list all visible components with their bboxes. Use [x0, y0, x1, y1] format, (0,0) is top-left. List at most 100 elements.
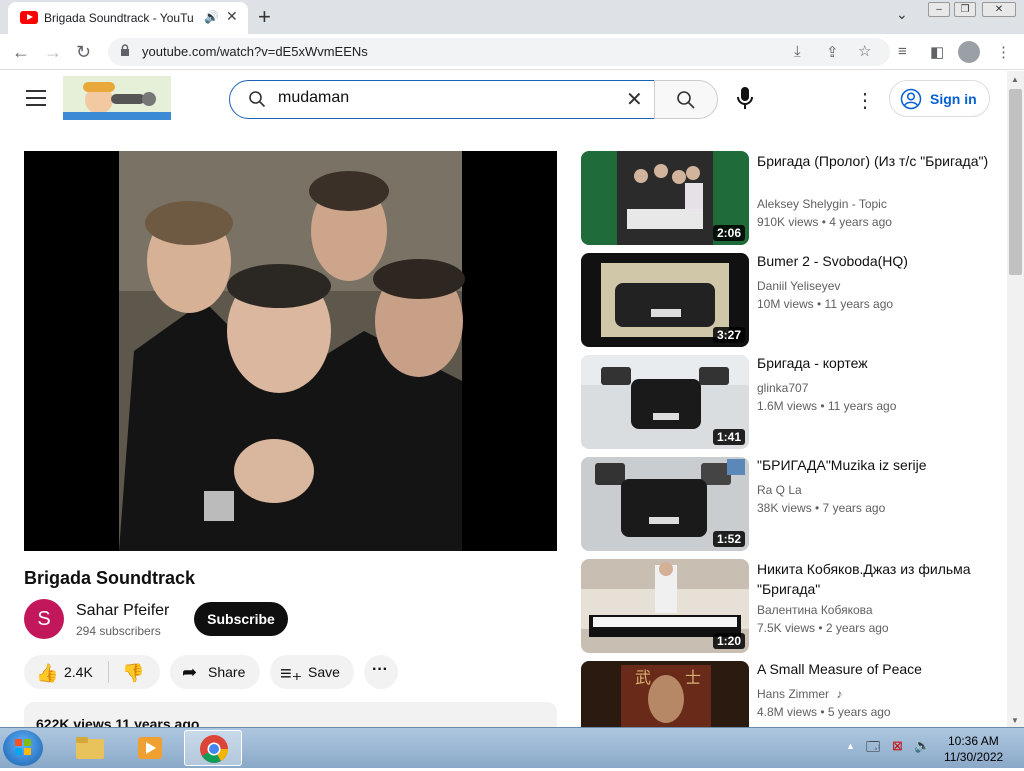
action-center-icon[interactable]: 🗔 — [866, 738, 880, 760]
tab-search-chevron-icon[interactable]: ⌄ — [896, 6, 908, 23]
profile-avatar-icon[interactable] — [958, 41, 980, 63]
share-arrow-icon: ➦ — [182, 662, 198, 682]
related-channel-name: Hans Zimmer — [757, 687, 830, 701]
like-count[interactable]: 2.4K — [64, 664, 93, 680]
restore-button[interactable]: ❐ — [954, 2, 976, 17]
like-thumb-icon[interactable]: 👍 — [36, 663, 58, 684]
related-title[interactable]: A Small Measure of Peace — [757, 661, 989, 679]
related-title[interactable]: Никита Кобяков.Джаз из фильма "Бригада" — [757, 559, 989, 599]
install-app-icon[interactable]: ⤓ — [794, 43, 801, 60]
network-icon[interactable]: ⊠ — [892, 738, 903, 754]
browser-toolbar: ← → ↻ youtube.com/watch?v=dE5xWvmEENs ⤓ … — [0, 34, 1024, 70]
related-channel[interactable]: Валентина Кобякова — [757, 603, 873, 617]
scrollbar-thumb[interactable] — [1009, 89, 1022, 275]
audio-playing-icon[interactable]: 🔊 — [204, 10, 219, 24]
channel-name[interactable]: Sahar Pfeifer — [76, 602, 169, 620]
clear-search-icon[interactable]: ✕ — [626, 87, 643, 112]
address-bar[interactable]: youtube.com/watch?v=dE5xWvmEENs ⤓ ⇪ ☆ — [108, 38, 890, 66]
search-bar[interactable]: ✕ — [229, 80, 655, 119]
back-arrow-icon[interactable]: ← — [12, 42, 30, 63]
related-channel[interactable]: Daniil Yeliseyev — [757, 279, 840, 293]
media-player-taskbar-button[interactable] — [122, 730, 180, 766]
related-title[interactable]: Bumer 2 - Svoboda(HQ) — [757, 251, 989, 271]
hamburger-menu-icon[interactable] — [26, 90, 46, 111]
chrome-menu-icon[interactable]: ⋮ — [996, 43, 1011, 61]
related-video[interactable]: 1:52 "БРИГАДА"Muzika iz serije Ra Q La 3… — [581, 457, 1001, 551]
reload-icon[interactable]: ↻ — [76, 42, 91, 63]
related-meta: 38K views • 7 years ago — [757, 501, 886, 515]
search-button[interactable] — [654, 80, 718, 119]
lock-icon[interactable] — [120, 44, 130, 56]
media-controls-icon[interactable]: ≡ — [898, 43, 907, 60]
related-video[interactable]: 武 士 A Small Measure of Peace Hans Zimmer… — [581, 661, 1001, 727]
video-thumbnail[interactable]: 武 士 — [581, 661, 749, 727]
related-video[interactable]: 2:06 Бригада (Пролог) (Из т/с "Бригада")… — [581, 151, 1001, 245]
scroll-up-arrow-icon[interactable]: ▲ — [1011, 75, 1019, 84]
related-channel[interactable]: Hans Zimmer ♪ — [757, 687, 842, 701]
sign-in-button[interactable]: Sign in — [889, 80, 990, 117]
related-video[interactable]: 1:20 Никита Кобяков.Джаз из фильма "Бриг… — [581, 559, 1001, 653]
related-title[interactable]: Бригада (Пролог) (Из т/с "Бригада") — [757, 151, 989, 171]
duration-badge: 1:52 — [712, 531, 745, 547]
video-thumbnail[interactable]: 1:20 — [581, 559, 749, 653]
forward-arrow-icon[interactable]: → — [44, 42, 62, 63]
related-meta: 1.6M views • 11 years ago — [757, 399, 897, 413]
explorer-taskbar-button[interactable] — [62, 730, 120, 766]
url-text[interactable]: youtube.com/watch?v=dE5xWvmEENs — [142, 44, 368, 59]
video-thumbnail[interactable]: 2:06 — [581, 151, 749, 245]
doodle-logo[interactable] — [63, 76, 171, 120]
more-horiz-icon: ··· — [372, 661, 388, 678]
duration-badge: 1:20 — [712, 633, 745, 649]
volume-icon[interactable]: 🔈 — [914, 738, 930, 754]
microphone-icon[interactable] — [735, 86, 755, 112]
related-channel[interactable]: glinka707 — [757, 381, 808, 395]
page-scrollbar[interactable]: ▲ ▼ — [1007, 71, 1024, 727]
more-options-icon[interactable]: ⋮ — [855, 88, 875, 113]
dislike-thumb-icon[interactable]: 👎 — [122, 663, 144, 684]
related-meta: 910K views • 4 years ago — [757, 215, 892, 229]
side-panel-icon[interactable]: ◧ — [930, 43, 944, 61]
video-title: Brigada Soundtrack — [24, 568, 196, 588]
windows-logo-icon — [15, 739, 31, 755]
related-title[interactable]: "БРИГАДА"Muzika iz serije — [757, 455, 989, 475]
folder-icon — [76, 737, 104, 759]
more-actions-button[interactable]: ··· — [364, 655, 398, 689]
clock-date[interactable]: 11/30/2022 — [944, 750, 1003, 764]
close-tab-icon[interactable]: ✕ — [226, 8, 238, 25]
channel-avatar[interactable]: S — [24, 599, 64, 639]
minimize-button[interactable]: – — [928, 2, 950, 17]
account-icon — [900, 88, 922, 110]
close-window-button[interactable]: ✕ — [982, 2, 1016, 17]
search-input[interactable] — [278, 89, 608, 107]
show-hidden-icons-arrow-icon[interactable]: ▲ — [846, 741, 855, 751]
tab-title: Brigada Soundtrack - YouTube — [44, 11, 194, 25]
scroll-down-arrow-icon[interactable]: ▼ — [1011, 716, 1019, 725]
related-video[interactable]: 1:41 Бригада - кортеж glinka707 1.6M vie… — [581, 355, 1001, 449]
video-frame — [24, 151, 557, 551]
browser-tab[interactable]: Brigada Soundtrack - YouTube 🔊 ✕ — [8, 2, 248, 34]
duration-badge: 3:27 — [712, 327, 745, 343]
music-note-icon: ♪ — [836, 687, 843, 701]
video-thumbnail[interactable]: 3:27 — [581, 253, 749, 347]
video-player[interactable] — [24, 151, 557, 551]
tab-strip: Brigada Soundtrack - YouTube 🔊 ✕ + ⌄ – ❐… — [0, 0, 1024, 34]
share-page-icon[interactable]: ⇪ — [826, 43, 839, 61]
video-thumbnail[interactable]: 1:52 — [581, 457, 749, 551]
chrome-taskbar-button[interactable] — [184, 730, 242, 766]
related-channel[interactable]: Aleksey Shelygin - Topic — [757, 197, 887, 211]
duration-badge: 1:41 — [712, 429, 745, 445]
subscribe-button[interactable]: Subscribe — [194, 602, 288, 636]
related-video[interactable]: 3:27 Bumer 2 - Svoboda(HQ) Daniil Yelise… — [581, 253, 1001, 347]
new-tab-button[interactable]: + — [258, 4, 271, 30]
svg-text:武: 武 — [635, 668, 651, 687]
related-channel[interactable]: Ra Q La — [757, 483, 802, 497]
video-thumbnail[interactable]: 1:41 — [581, 355, 749, 449]
save-button[interactable]: ≡₊ Save — [270, 655, 354, 689]
bookmark-star-icon[interactable]: ☆ — [858, 42, 871, 60]
related-title[interactable]: Бригада - кортеж — [757, 353, 989, 373]
playlist-add-icon: ≡₊ — [280, 663, 303, 685]
start-button[interactable] — [3, 730, 43, 766]
save-label: Save — [308, 664, 340, 680]
share-button[interactable]: ➦ Share — [170, 655, 260, 689]
clock-time[interactable]: 10:36 AM — [948, 734, 999, 748]
